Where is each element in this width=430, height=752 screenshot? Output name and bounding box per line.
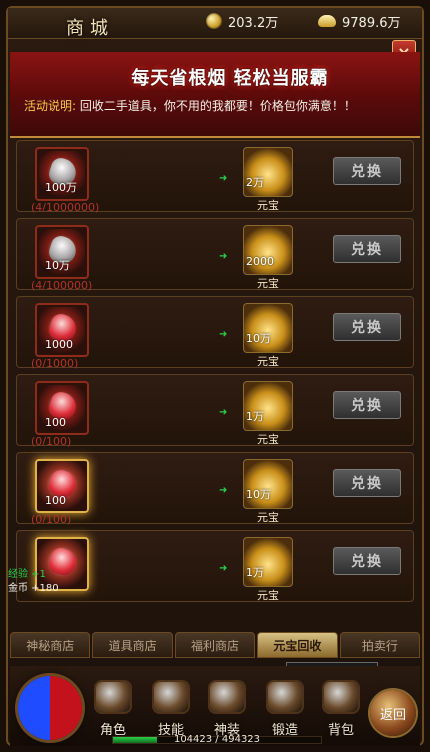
item-slot[interactable]: 100万 xyxy=(35,147,89,201)
item-limit: (0/100) xyxy=(31,435,72,448)
item-limit: (0/1000) xyxy=(31,357,79,370)
arrow-icon: ➜ xyxy=(219,407,228,418)
item-slot[interactable]: 100 xyxy=(35,381,89,435)
ingot-icon xyxy=(318,15,336,27)
tab-welfare-shop[interactable]: 福利商店 xyxy=(174,632,256,658)
recycle-row: 1000 (0/1000) ➜ 10万 元宝 兑换 xyxy=(16,296,414,370)
recycle-list: 100万 (4/1000000) ➜ 2万 元宝 兑换 10万 (4/10000… xyxy=(10,140,420,610)
reward-label: 元宝 xyxy=(257,277,279,290)
exchange-button[interactable]: 兑换 xyxy=(333,391,401,419)
tab-item-shop[interactable]: 道具商店 xyxy=(92,632,173,658)
currency-2: 9789.6万 xyxy=(318,12,401,31)
return-button[interactable]: 返回 xyxy=(370,690,416,736)
xp-text: 104423 / 494323 xyxy=(173,734,261,745)
tab-auction[interactable]: 拍卖行 xyxy=(339,632,421,658)
recycle-row: 100万 (4/1000000) ➜ 2万 元宝 兑换 xyxy=(16,140,414,214)
banner-title: 每天省根烟 轻松当服霸 xyxy=(131,68,329,89)
item-quantity: 100万 xyxy=(45,181,77,194)
reward-slot: 1万 xyxy=(243,537,293,587)
reward-amount: 2万 xyxy=(246,176,264,189)
arrow-icon: ➜ xyxy=(219,563,228,574)
nav-bag[interactable]: 背包 xyxy=(314,708,368,738)
exchange-button[interactable]: 兑换 xyxy=(333,547,401,575)
reward-slot: 1万 xyxy=(243,381,293,431)
arrow-icon: ➜ xyxy=(219,329,228,340)
exchange-button[interactable]: 兑换 xyxy=(333,313,401,341)
reward-amount: 10万 xyxy=(246,332,271,345)
reward-label: 元宝 xyxy=(257,355,279,368)
currency-1-value: 203.2万 xyxy=(228,15,279,31)
banner-description: 活动说明: 回收二手道具，你不用的我都要！价格包你满意！！ xyxy=(24,96,416,116)
shop-tabs: 神秘商店 道具商店 福利商店 元宝回收 拍卖行 xyxy=(10,632,421,658)
coin-icon xyxy=(206,13,222,29)
gold-gain: 金币 +180 xyxy=(8,583,59,594)
exchange-button[interactable]: 兑换 xyxy=(333,469,401,497)
recycle-row: 10万 (4/100000) ➜ 2000 元宝 兑换 xyxy=(16,218,414,292)
reward-amount: 1万 xyxy=(246,410,264,423)
tab-mystery-shop[interactable]: 神秘商店 xyxy=(10,632,91,658)
item-limit: (4/100000) xyxy=(31,279,93,292)
exchange-button[interactable]: 兑换 xyxy=(333,235,401,263)
reward-amount: 1万 xyxy=(246,566,264,579)
shop-title: 商城 xyxy=(66,18,114,39)
recycle-row: 100 (0/100) ➜ 1万 元宝 兑换 xyxy=(16,374,414,448)
currency-1: 203.2万 xyxy=(206,12,279,31)
activity-banner: 每天省根烟 轻松当服霸 活动说明: 回收二手道具，你不用的我都要！价格包你满意！… xyxy=(10,52,420,138)
reward-amount: 2000 xyxy=(246,255,274,268)
arrow-icon: ➜ xyxy=(219,485,228,496)
item-quantity: 10万 xyxy=(45,259,70,272)
side-info: 经验 +1 金币 +180 xyxy=(8,568,78,596)
reward-slot: 2万 xyxy=(243,147,293,197)
reward-label: 元宝 xyxy=(257,511,279,524)
item-slot[interactable]: 100 xyxy=(35,459,89,513)
reward-label: 元宝 xyxy=(257,589,279,602)
reward-label: 元宝 xyxy=(257,433,279,446)
item-quantity: 1000 xyxy=(45,338,73,351)
currency-2-value: 9789.6万 xyxy=(342,15,401,31)
exchange-button[interactable]: 兑换 xyxy=(333,157,401,185)
main-orb[interactable] xyxy=(18,676,82,740)
item-slot[interactable]: 10万 xyxy=(35,225,89,279)
reward-amount: 10万 xyxy=(246,488,271,501)
xp-gain: 经验 +1 xyxy=(8,569,46,580)
reward-slot: 10万 xyxy=(243,303,293,353)
item-limit: (4/1000000) xyxy=(31,201,100,214)
recycle-row: 100 (0/100) ➜ 10万 元宝 兑换 xyxy=(16,452,414,526)
item-quantity: 100 xyxy=(45,494,66,507)
reward-slot: 10万 xyxy=(243,459,293,509)
banner-desc-key: 活动说明: xyxy=(24,99,77,113)
item-slot[interactable]: 1000 xyxy=(35,303,89,357)
tab-yuanbao-recycle[interactable]: 元宝回收 xyxy=(257,632,338,658)
arrow-icon: ➜ xyxy=(219,173,228,184)
item-quantity: 100 xyxy=(45,416,66,429)
item-limit: (0/100) xyxy=(31,513,72,526)
banner-desc-value: 回收二手道具，你不用的我都要！价格包你满意！！ xyxy=(79,99,356,113)
reward-slot: 2000 xyxy=(243,225,293,275)
arrow-icon: ➜ xyxy=(219,251,228,262)
reward-label: 元宝 xyxy=(257,199,279,212)
